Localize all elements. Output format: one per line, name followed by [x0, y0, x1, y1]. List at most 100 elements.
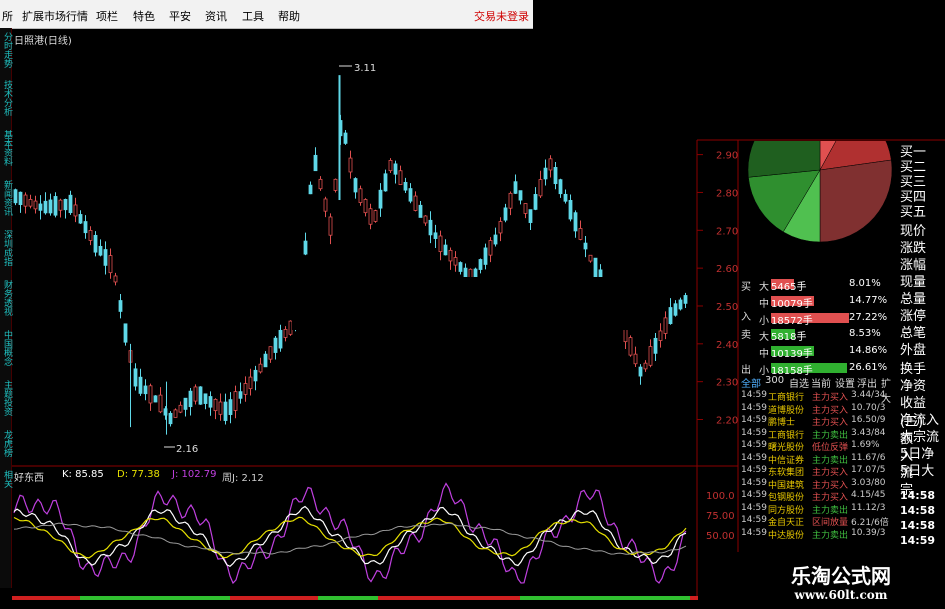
- candle-body: [153, 395, 158, 403]
- tick-value: 11.12/3: [851, 502, 886, 513]
- price-tick-label: 2.20: [716, 416, 738, 427]
- candle-body: [288, 320, 293, 335]
- tab-all[interactable]: 全部: [741, 375, 761, 390]
- candle-body: [33, 200, 38, 210]
- tick-stock-name: 中信证券: [768, 455, 805, 466]
- candle-body: [443, 244, 448, 256]
- candle-body: [593, 257, 598, 278]
- buy-size: 中: [759, 299, 769, 310]
- tick-time: 14:59: [741, 415, 767, 425]
- candle-body: [268, 346, 273, 360]
- candle-body: [448, 249, 453, 262]
- candle-body: [78, 214, 83, 224]
- candle-body: [433, 232, 438, 239]
- tab-watchlist[interactable]: 自选: [789, 375, 809, 390]
- tick-value: 4.15/45: [851, 490, 886, 500]
- candle-body: [583, 242, 588, 250]
- tab-settings[interactable]: 设置: [835, 375, 855, 390]
- tick-action: 主力买入: [812, 418, 849, 428]
- tick-stock-name: 中国建筑: [768, 480, 805, 491]
- tick-value: 17.07/5: [851, 465, 886, 475]
- low-marker: 2.16: [164, 444, 198, 455]
- candle-body: [518, 190, 523, 201]
- tick-row: 14:59 工商银行 主力买入 3.44/34: [741, 390, 898, 403]
- candle-body: [558, 179, 563, 195]
- tick-stock-name: 包钢股份: [768, 493, 805, 503]
- candle-body: [668, 307, 673, 325]
- tick-action: 主力买入: [812, 393, 849, 403]
- candle-body: [243, 383, 248, 395]
- candle-body: [578, 228, 583, 240]
- tick-action: 主力卖出: [812, 455, 849, 466]
- candle-body: [573, 212, 578, 232]
- candle-body: [388, 160, 393, 172]
- sell-title-1: 卖: [741, 330, 751, 341]
- tick-action: 主力买入: [812, 468, 849, 478]
- price-tick-label: 2.30: [716, 378, 738, 389]
- candle-body: [108, 255, 113, 274]
- candle-body: [213, 398, 218, 412]
- candle-body: [123, 323, 128, 343]
- pie-slice: [819, 159, 893, 243]
- candle-body: [93, 234, 98, 253]
- candle-body: [73, 204, 78, 217]
- tick-time: 14:59: [741, 402, 767, 413]
- candle-body: [138, 376, 143, 394]
- low-label: 2.16: [176, 444, 198, 455]
- buy-pct: 27.22%: [849, 312, 888, 323]
- tick-action: 低位反弹: [812, 443, 849, 453]
- tick-time: 14:59: [741, 490, 767, 500]
- tab-float[interactable]: 浮出: [857, 375, 877, 390]
- tab-current[interactable]: 当前: [811, 375, 831, 390]
- candle-body: [508, 192, 513, 209]
- candle-body: [638, 366, 643, 377]
- tab-300[interactable]: 300: [765, 375, 784, 386]
- candle-body: [478, 259, 483, 270]
- buy-volume: 10079手: [771, 299, 813, 310]
- candle-body: [248, 376, 253, 390]
- candle-body: [23, 194, 28, 207]
- candle-body: [58, 199, 63, 211]
- indicator-tick-label: 75.00: [706, 511, 735, 522]
- kdj-k-label: K: 85.85: [62, 469, 104, 480]
- candle-body: [423, 215, 428, 224]
- price-tick-label: 2.90: [716, 151, 738, 162]
- tick-value: 6.21/6倍: [851, 518, 889, 528]
- time-2: 14:58: [900, 519, 936, 532]
- candle-body: [398, 170, 403, 185]
- high-label: 3.11: [354, 63, 376, 74]
- candle-body: [683, 295, 688, 304]
- buy-size: 小: [759, 316, 769, 327]
- buy-volume: 18572手: [771, 316, 813, 327]
- candle-body: [533, 194, 538, 210]
- price-axis: 2.90 2.80 2.70 2.60 2.50 2.40 2.30 2.20: [697, 151, 738, 427]
- candle-body: [403, 181, 408, 191]
- signal-strip-green-1: [80, 596, 230, 600]
- candle-body: [568, 199, 573, 220]
- tick-row: 14:59 工商银行 主力卖出 3.43/84: [741, 428, 898, 441]
- tick-value: 11.67/6: [851, 452, 886, 463]
- candle-body: [113, 275, 118, 283]
- candle-body: [428, 219, 433, 236]
- sell-pct: 8.53%: [849, 328, 881, 339]
- candle-body: [378, 189, 383, 209]
- candle-body: [653, 337, 658, 354]
- candle-body: [143, 385, 148, 395]
- tick-value: 3.44/34: [851, 390, 886, 400]
- candle-body: [178, 404, 183, 413]
- time-1: 14:58: [900, 504, 936, 517]
- candle-body: [303, 240, 308, 255]
- candle-body: [658, 330, 663, 341]
- tick-row: 14:59 包钢股份 主力买入 4.15/45: [741, 490, 898, 503]
- tick-value: 16.50/9: [851, 415, 886, 425]
- time-3: 14:59: [900, 534, 936, 547]
- candle-body: [68, 194, 73, 214]
- indicator-axis: 100.0 75.00 50.00: [706, 491, 735, 542]
- tick-row: 14:59 鹏博士 主力买入 16.50/9: [741, 415, 898, 428]
- candle-body: [13, 189, 18, 204]
- candle-body: [183, 397, 188, 410]
- tick-stock-name: 道博股份: [768, 405, 805, 416]
- tick-action: 主力买入: [812, 480, 849, 491]
- candle-body: [408, 188, 413, 202]
- candle-body: [258, 363, 263, 373]
